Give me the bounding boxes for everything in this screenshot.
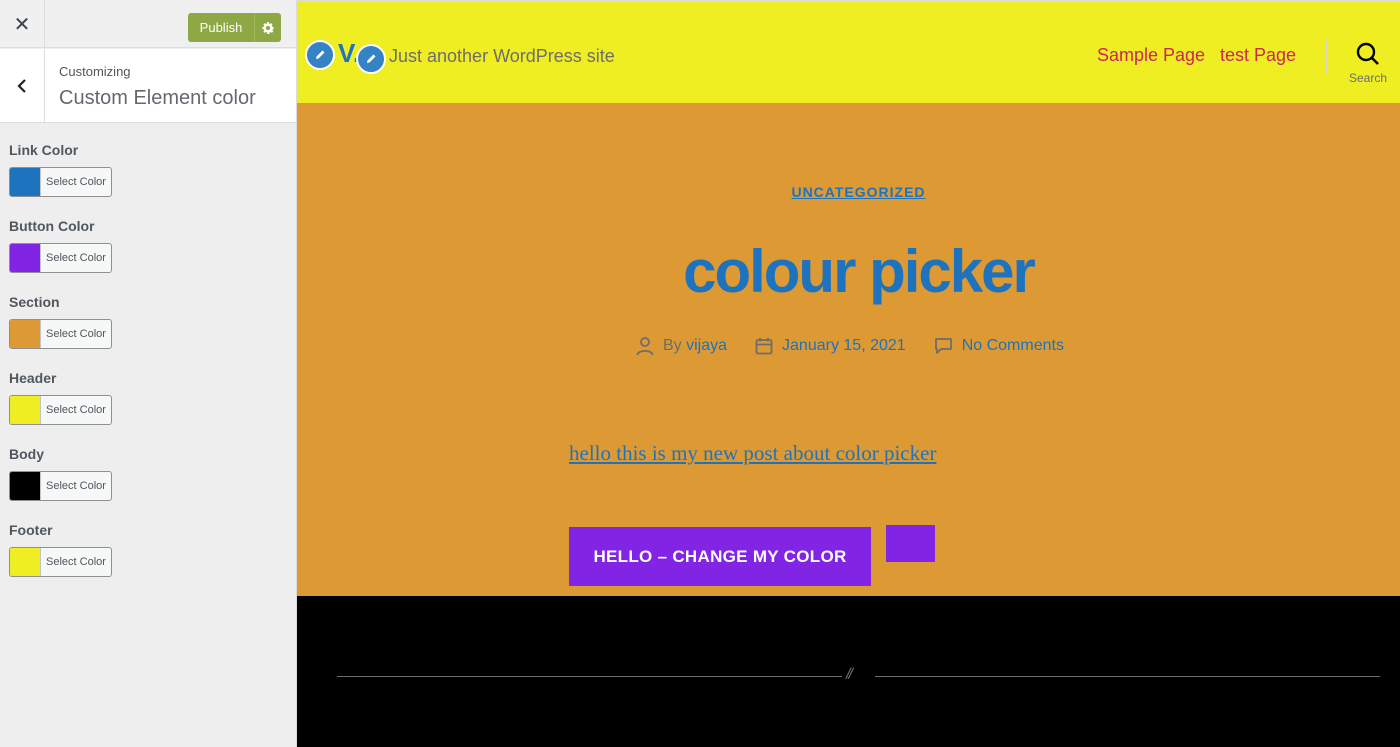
- search-label: Search: [1348, 71, 1388, 85]
- customizer-header: ✕ Publish: [0, 0, 296, 48]
- control-header-color: Header Select Color: [9, 369, 112, 425]
- close-icon: ✕: [13, 13, 31, 36]
- separator-line-left: [337, 676, 842, 677]
- post-comments: No Comments: [934, 337, 1064, 355]
- post-author: By vijaya: [636, 336, 727, 356]
- body-color-picker-button[interactable]: Select Color: [9, 471, 112, 501]
- select-color-label: Select Color: [46, 328, 106, 340]
- comments-link[interactable]: No Comments: [962, 337, 1064, 355]
- site-preview: V. Just another WordPress site Sample Pa…: [297, 0, 1400, 747]
- footer-color-picker-button[interactable]: Select Color: [9, 547, 112, 577]
- color-swatch: [10, 168, 41, 196]
- control-label: Header: [9, 370, 57, 386]
- date-link[interactable]: January 15, 2021: [782, 337, 906, 355]
- control-label: Section: [9, 294, 60, 310]
- site-header: V. Just another WordPress site Sample Pa…: [297, 2, 1400, 103]
- section-color-picker-button[interactable]: Select Color: [9, 319, 112, 349]
- site-footer: //: [297, 596, 1400, 747]
- nav-link-sample-page[interactable]: Sample Page: [1097, 45, 1205, 66]
- close-customizer-button[interactable]: ✕: [0, 0, 45, 48]
- post-category-link[interactable]: UNCATEGORIZED: [297, 184, 1400, 200]
- select-color-label: Select Color: [46, 176, 106, 188]
- edit-site-description-shortcut[interactable]: [356, 44, 386, 74]
- color-swatch: [10, 320, 41, 348]
- site-description: Just another WordPress site: [389, 46, 615, 66]
- customizing-label: Customizing: [59, 64, 131, 79]
- pencil-icon: [367, 54, 376, 63]
- back-button[interactable]: [0, 49, 45, 122]
- separator-mark: //: [846, 666, 853, 683]
- nav-divider: [1326, 39, 1327, 73]
- link-color-picker-button[interactable]: Select Color: [9, 167, 112, 197]
- control-label: Button Color: [9, 218, 95, 234]
- header-color-picker-button[interactable]: Select Color: [9, 395, 112, 425]
- person-icon: [636, 337, 654, 356]
- control-label: Body: [9, 446, 44, 462]
- control-footer-color: Footer Select Color: [9, 521, 112, 577]
- button-color-swatch: [886, 525, 935, 562]
- nav-link-test-page[interactable]: test Page: [1220, 45, 1296, 66]
- chevron-left-icon: [17, 78, 26, 93]
- calendar-icon: [755, 338, 773, 355]
- post-date: January 15, 2021: [755, 337, 906, 355]
- publish-button[interactable]: Publish: [188, 13, 254, 42]
- post-section: UNCATEGORIZED colour picker By vijaya Ja…: [297, 103, 1400, 596]
- select-color-label: Select Color: [46, 252, 106, 264]
- publish-button-group: Publish: [188, 13, 281, 42]
- post-meta: By vijaya January 15, 2021 No Comments: [636, 336, 1092, 356]
- customizer-sidebar: ✕ Publish Customizing Custom Element col…: [0, 0, 297, 747]
- post-content-link[interactable]: hello this is my new post about color pi…: [569, 441, 936, 466]
- select-color-label: Select Color: [46, 480, 106, 492]
- control-button-color: Button Color Select Color: [9, 217, 112, 273]
- section-title: Custom Element color: [59, 87, 256, 109]
- edit-site-title-shortcut[interactable]: [305, 40, 335, 70]
- search-icon: [1356, 42, 1379, 65]
- separator-line-right: [875, 676, 1380, 677]
- control-body-color: Body Select Color: [9, 445, 112, 501]
- section-title-bar: Customizing Custom Element color: [0, 49, 296, 123]
- author-prefix: By: [663, 337, 682, 354]
- control-link-color: Link Color Select Color: [9, 141, 112, 197]
- post-title[interactable]: colour picker: [297, 237, 1400, 306]
- change-color-button[interactable]: HELLO – CHANGE MY COLOR: [569, 527, 871, 586]
- publish-settings-button[interactable]: [254, 13, 281, 42]
- pencil-icon: [316, 50, 325, 59]
- author-link[interactable]: vijaya: [686, 337, 727, 355]
- color-swatch: [10, 396, 41, 424]
- color-swatch: [10, 548, 41, 576]
- button-color-picker-button[interactable]: Select Color: [9, 243, 112, 273]
- select-color-label: Select Color: [46, 404, 106, 416]
- comment-icon: [934, 338, 952, 354]
- control-label: Footer: [9, 522, 53, 538]
- color-swatch: [10, 472, 41, 500]
- control-label: Link Color: [9, 142, 79, 158]
- color-swatch: [10, 244, 41, 272]
- search-toggle[interactable]: Search: [1345, 42, 1391, 85]
- select-color-label: Select Color: [46, 556, 106, 568]
- gear-icon: [262, 21, 275, 34]
- control-section-color: Section Select Color: [9, 293, 112, 349]
